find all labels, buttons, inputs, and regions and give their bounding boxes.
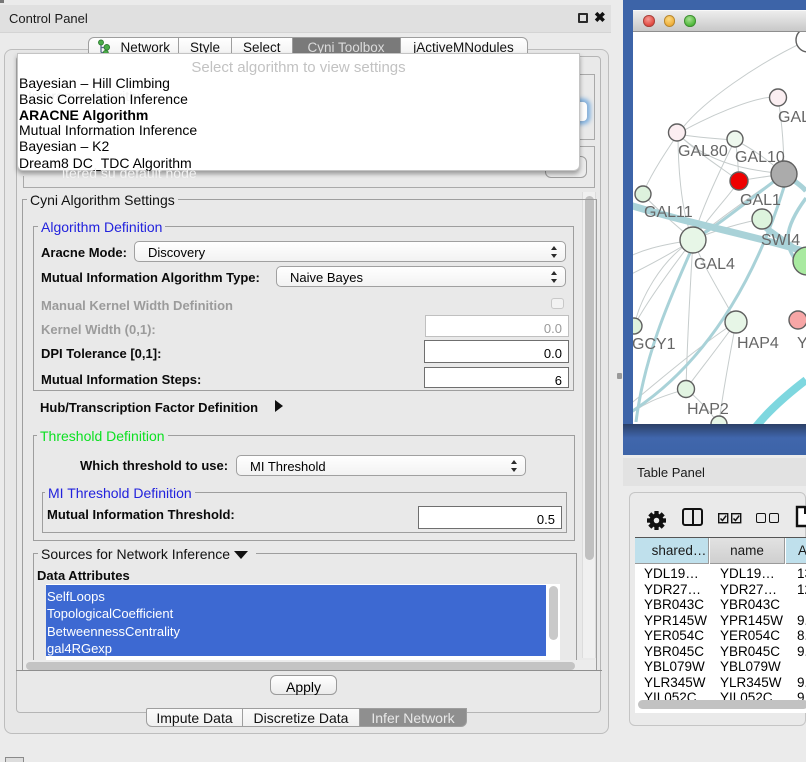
svg-text:GAL4: GAL4 — [694, 256, 735, 273]
svg-text:Y: Y — [797, 335, 806, 352]
svg-text:GAL1: GAL1 — [740, 192, 781, 209]
svg-text:GAL11: GAL11 — [644, 204, 693, 221]
svg-text:SWI4: SWI4 — [761, 232, 800, 249]
svg-text:GAL10: GAL10 — [735, 149, 785, 166]
svg-text:HAP4: HAP4 — [737, 335, 779, 352]
svg-text:HAP2: HAP2 — [687, 401, 729, 418]
svg-text:GCY1: GCY1 — [633, 336, 676, 353]
svg-text:GAL7: GAL7 — [778, 109, 806, 126]
svg-text:GAL80: GAL80 — [678, 143, 728, 160]
